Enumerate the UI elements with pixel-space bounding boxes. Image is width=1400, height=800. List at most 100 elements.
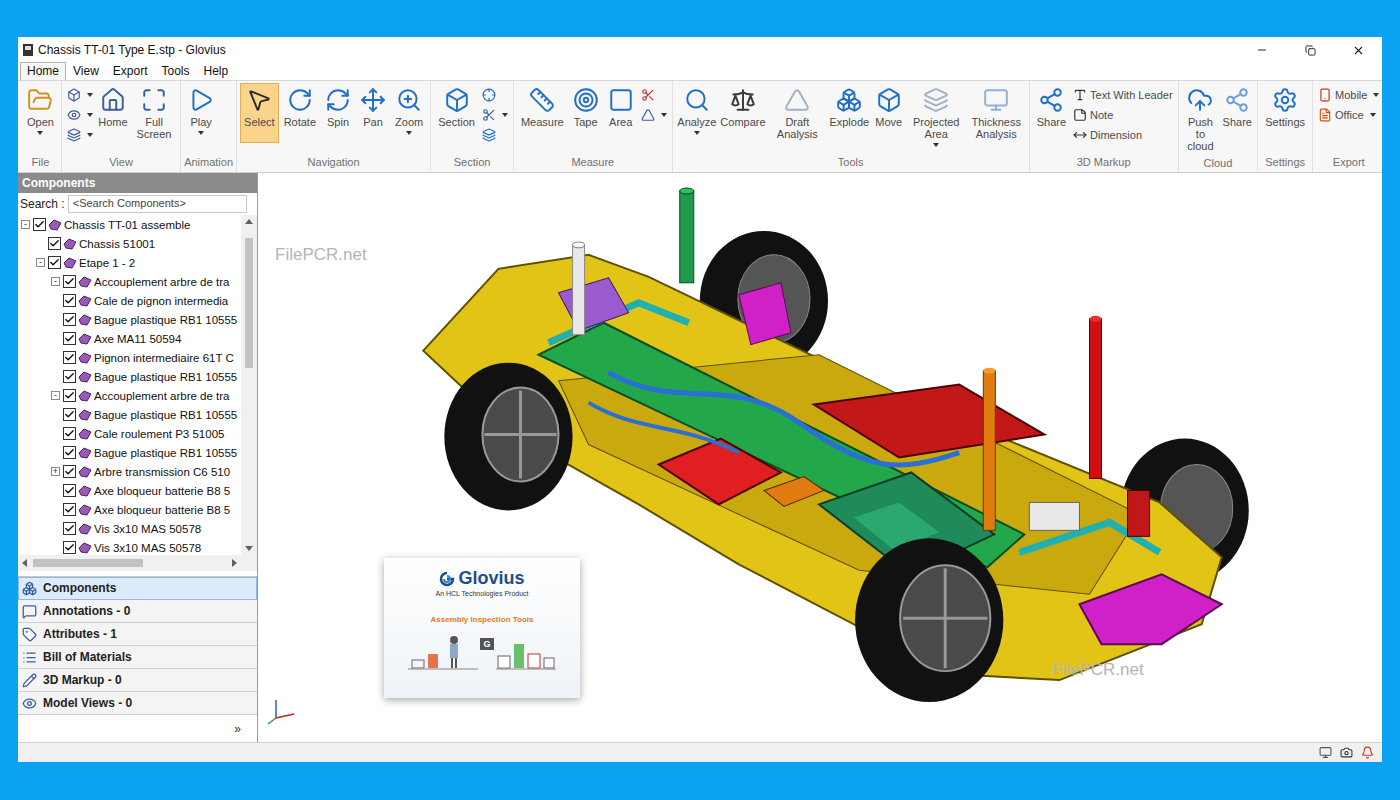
panel-tab[interactable]: Model Views - 0	[18, 692, 257, 715]
ribbon-button[interactable]: Thickness Analysis	[967, 83, 1026, 143]
scroll-thumb[interactable]	[245, 238, 253, 368]
ribbon-button[interactable]: Select	[240, 83, 279, 143]
tree-toggle[interactable]: -	[51, 277, 60, 286]
scroll-up-icon[interactable]	[245, 219, 253, 224]
tree-checkbox[interactable]	[63, 294, 76, 307]
tree-checkbox[interactable]	[63, 484, 76, 497]
tree-row[interactable]: Cale de pignon intermedia	[18, 291, 241, 310]
search-input[interactable]: <Search Components>	[68, 195, 247, 213]
ribbon-button[interactable]: Pan	[356, 83, 390, 143]
tree-row[interactable]: Chassis 51001	[18, 234, 241, 253]
monitor-icon[interactable]	[1319, 746, 1332, 759]
tree-row[interactable]: Axe bloqueur batterie B8 5	[18, 500, 241, 519]
tree-row[interactable]: Bague plastique RB1 10555	[18, 443, 241, 462]
ribbon-button[interactable]: Projected Area	[907, 83, 966, 150]
tree-checkbox[interactable]	[63, 465, 76, 478]
ribbon-small-button[interactable]: Mobile	[1318, 87, 1379, 103]
tree-row[interactable]: Vis 3x10 MAS 50578	[18, 538, 241, 555]
tree-row[interactable]: +Arbre transmission C6 510	[18, 462, 241, 481]
menu-item[interactable]: Export	[106, 62, 155, 80]
tree-row[interactable]: -Accouplement arbre de tra	[18, 386, 241, 405]
tree-checkbox[interactable]	[48, 237, 61, 250]
tree-toggle[interactable]: -	[21, 220, 30, 229]
ribbon-small-button[interactable]	[482, 107, 508, 123]
ribbon-button[interactable]: Measure	[517, 83, 568, 143]
ribbon-small-button[interactable]: Dimension	[1073, 127, 1173, 143]
tree-row[interactable]: Axe bloqueur batterie B8 5	[18, 481, 241, 500]
scroll-thumb[interactable]	[33, 559, 143, 567]
ribbon-small-button[interactable]: Text With Leader	[1073, 87, 1173, 103]
tree-checkbox[interactable]	[33, 218, 46, 231]
ribbon-button[interactable]: Open	[23, 83, 58, 143]
panel-tab[interactable]: 3D Markup - 0	[18, 669, 257, 692]
ribbon-small-button[interactable]: Note	[1073, 107, 1173, 123]
ribbon-button[interactable]: Full Screen	[131, 83, 177, 143]
panel-tab[interactable]: Components	[18, 577, 257, 600]
tree-toggle[interactable]: +	[51, 467, 60, 476]
scroll-left-icon[interactable]	[22, 559, 27, 567]
tree-row[interactable]: Cale roulement P3 51005	[18, 424, 241, 443]
menu-item[interactable]: View	[66, 62, 106, 80]
close-button[interactable]	[1334, 37, 1382, 63]
ribbon-button[interactable]: Section	[434, 83, 479, 143]
menu-item[interactable]: Help	[197, 62, 236, 80]
tree-checkbox[interactable]	[63, 427, 76, 440]
ribbon-button[interactable]: Push to cloud	[1182, 83, 1220, 155]
panel-footer[interactable]: »	[18, 715, 257, 742]
vertical-scrollbar[interactable]	[241, 215, 257, 555]
tree-row[interactable]: -Accouplement arbre de tra	[18, 272, 241, 291]
tree-row[interactable]: Vis 3x10 MAS 50578	[18, 519, 241, 538]
tree-row[interactable]: Axe MA11 50594	[18, 329, 241, 348]
ribbon-small-button[interactable]	[482, 127, 508, 143]
ribbon-button[interactable]: Home	[96, 83, 130, 143]
tree-row[interactable]: -Etape 1 - 2	[18, 253, 241, 272]
ribbon-button[interactable]: Spin	[321, 83, 355, 143]
tree-row[interactable]: Pignon intermediaire 61T C	[18, 348, 241, 367]
ribbon-small-button[interactable]	[67, 87, 93, 103]
restore-button[interactable]	[1286, 37, 1334, 63]
tree-row[interactable]: Bague plastique RB1 10555	[18, 367, 241, 386]
tree-checkbox[interactable]	[63, 522, 76, 535]
tree-checkbox[interactable]	[48, 256, 61, 269]
tree-row[interactable]: Bague plastique RB1 10555	[18, 405, 241, 424]
scroll-down-icon[interactable]	[245, 546, 253, 551]
tree-checkbox[interactable]	[63, 275, 76, 288]
ribbon-button[interactable]: Area	[604, 83, 638, 143]
panel-tab[interactable]: Annotations - 0	[18, 600, 257, 623]
ribbon-button[interactable]: Settings	[1261, 83, 1309, 143]
ribbon-small-button[interactable]: Office	[1318, 107, 1379, 123]
ribbon-button[interactable]: Move	[872, 83, 906, 143]
ribbon-small-button[interactable]	[641, 107, 667, 123]
menu-item[interactable]: Tools	[155, 62, 197, 80]
panel-tab[interactable]: Bill of Materials	[18, 646, 257, 669]
ribbon-small-button[interactable]	[482, 87, 508, 103]
tree-checkbox[interactable]	[63, 446, 76, 459]
tree-checkbox[interactable]	[63, 351, 76, 364]
ribbon-button[interactable]: Analyze	[676, 83, 718, 143]
panel-tab[interactable]: Attributes - 1	[18, 623, 257, 646]
tree-checkbox[interactable]	[63, 370, 76, 383]
tree-checkbox[interactable]	[63, 503, 76, 516]
camera-icon[interactable]	[1340, 746, 1353, 759]
tree-toggle[interactable]: -	[51, 391, 60, 400]
ribbon-small-button[interactable]	[67, 107, 93, 123]
ribbon-button[interactable]: Share	[1220, 83, 1254, 143]
scroll-right-icon[interactable]	[232, 559, 237, 567]
ribbon-button[interactable]: Explode	[828, 83, 871, 143]
menu-item[interactable]: Home	[20, 62, 66, 80]
minimize-button[interactable]	[1238, 37, 1286, 63]
ribbon-button[interactable]: Tape	[569, 83, 603, 143]
horizontal-scrollbar[interactable]	[18, 555, 241, 571]
tree-checkbox[interactable]	[63, 389, 76, 402]
ribbon-small-button[interactable]	[641, 87, 667, 103]
tree-toggle[interactable]: -	[36, 258, 45, 267]
ribbon-button[interactable]: Zoom	[391, 83, 427, 143]
ribbon-button[interactable]: Play	[184, 83, 218, 143]
ribbon-button[interactable]: Compare	[719, 83, 767, 143]
notification-icon[interactable]	[1361, 746, 1374, 759]
viewport[interactable]: FilePCR.netFilePCR.netGloviusAn HCL Tech…	[258, 173, 1382, 742]
ribbon-button[interactable]: Share	[1033, 83, 1070, 143]
tree-checkbox[interactable]	[63, 541, 76, 554]
tree-checkbox[interactable]	[63, 332, 76, 345]
tree-row[interactable]: Bague plastique RB1 10555	[18, 310, 241, 329]
